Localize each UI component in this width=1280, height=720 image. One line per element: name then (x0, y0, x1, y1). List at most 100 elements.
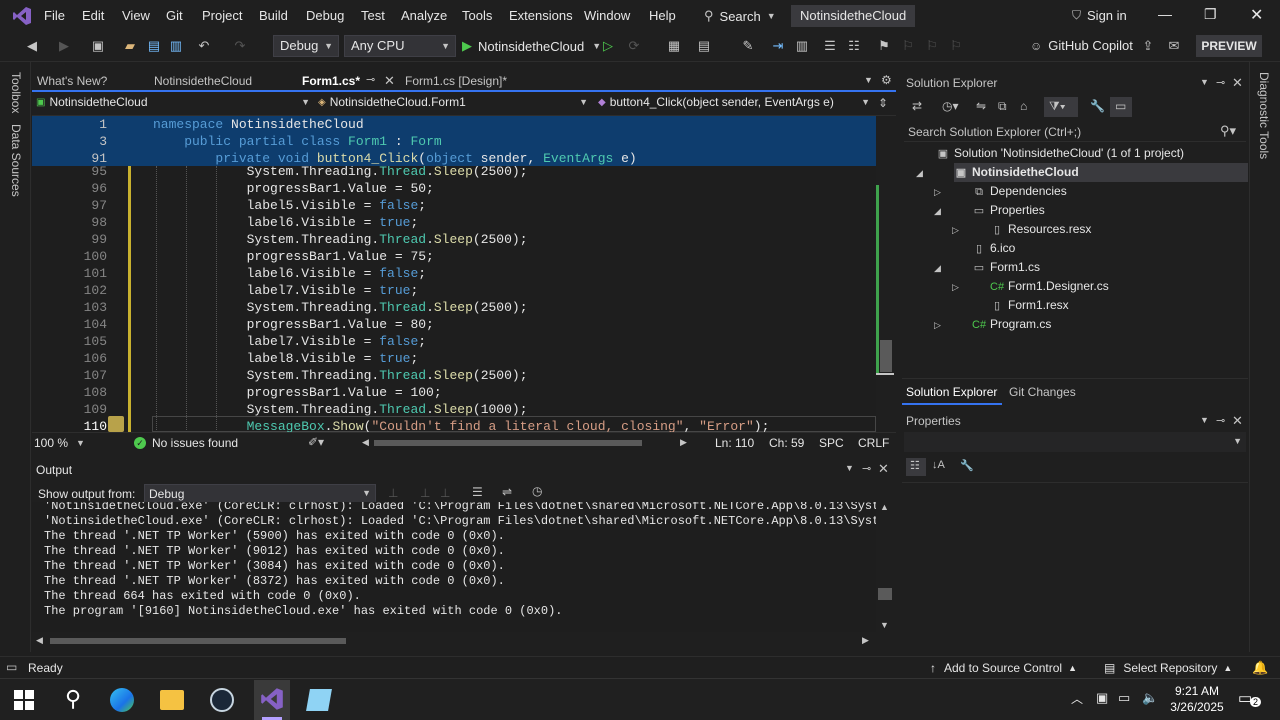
solution-tree-item[interactable]: ▣ Solution 'NotinsidetheCloud' (1 of 1 pr… (936, 144, 1184, 163)
object-select[interactable]: ▼ (904, 432, 1246, 452)
class-dropdown[interactable]: ◈ NotinsidetheCloud.Form1 ▼ (318, 95, 592, 109)
pin-icon[interactable]: ⊸ (366, 73, 375, 86)
vs-logo-icon[interactable] (12, 6, 32, 26)
diagnostic-tools-tab[interactable]: Diagnostic Tools (1257, 72, 1271, 159)
output-hscroll-thumb[interactable] (50, 638, 346, 644)
split-editor-icon[interactable]: ⇕ (878, 96, 888, 110)
edge-browser-icon[interactable] (110, 688, 134, 712)
file-explorer-icon[interactable] (160, 690, 184, 710)
solution-tree-item[interactable]: ▭ Form1.cs (972, 258, 1040, 277)
network-icon[interactable]: ▭ (1118, 690, 1130, 706)
output-source-select[interactable]: Debug ▼ (144, 484, 376, 504)
whitespace-indicator[interactable]: SPC (819, 436, 844, 450)
scroll-left-icon[interactable]: ◀ (362, 437, 369, 448)
word-wrap-icon[interactable]: ⇌ (502, 485, 512, 499)
sticky-code-line[interactable]: private void button4_Click(object sender… (153, 150, 636, 167)
lightbulb-icon[interactable] (108, 416, 124, 432)
outdent-icon[interactable]: ☷ (846, 38, 862, 54)
code-line[interactable]: progressBar1.Value = 75; (153, 248, 434, 265)
solution-tree-item[interactable]: ▯ Resources.resx (990, 220, 1091, 239)
line-indicator[interactable]: Ln: 110 (715, 436, 754, 450)
clock[interactable]: 9:21 AM 3/26/2025 (1168, 684, 1226, 714)
start-without-debug-icon[interactable]: ▷ (600, 38, 616, 54)
tab-overflow-icon[interactable]: ▼ (864, 75, 873, 85)
close-panel-icon[interactable]: ✕ (1232, 413, 1243, 429)
zoom-select[interactable]: 100 % ▼ (34, 436, 85, 450)
prev-message-icon[interactable]: ⊥ (420, 486, 430, 500)
output-text-area[interactable]: 'NotinsidetheCloud.exe' (CoreCLR: clrhos… (32, 502, 876, 632)
app-window-icon[interactable] (306, 689, 332, 711)
select-repository-button[interactable]: ▤ Select Repository ▲ (1104, 661, 1232, 675)
preview-toggle[interactable]: ▭ (1110, 97, 1132, 117)
menu-help[interactable]: Help (649, 8, 676, 23)
solution-tree-item[interactable]: ▭ Properties (972, 201, 1045, 220)
add-to-source-control-button[interactable]: ↑ Add to Source Control ▲ (930, 661, 1077, 675)
column-indicator[interactable]: Ch: 59 (769, 436, 804, 450)
editor-vertical-scrollbar[interactable] (876, 116, 896, 432)
sign-in-button[interactable]: ⛉ Sign in (1072, 8, 1127, 23)
code-line[interactable]: MessageBox.Show("Couldn't find a literal… (153, 418, 770, 432)
pin-icon[interactable]: ⊸ (862, 462, 871, 475)
code-line[interactable]: System.Threading.Thread.Sleep(2500); (153, 299, 528, 316)
menu-extensions[interactable]: Extensions (509, 8, 573, 23)
solution-tree-item[interactable]: ▯ Form1.resx (990, 296, 1069, 315)
member-dropdown[interactable]: ◆ button4_Click(object sender, EventArgs… (598, 95, 874, 109)
start-debug-button[interactable]: ▶ NotinsidetheCloud ▼ (462, 38, 601, 54)
configuration-select[interactable]: Debug ▼ (273, 35, 339, 57)
issues-indicator[interactable]: ✓ No issues found (134, 436, 238, 450)
solution-tree-item[interactable]: C# Program.cs (972, 315, 1051, 334)
expand-arrow-icon[interactable]: ▷ (934, 320, 941, 331)
chevron-up-icon[interactable]: ︿ (1071, 690, 1083, 707)
menu-build[interactable]: Build (259, 8, 288, 23)
platform-select[interactable]: Any CPU ▼ (344, 35, 456, 57)
close-panel-icon[interactable]: ✕ (878, 461, 889, 477)
tab-form1-cs[interactable]: Form1.cs* ⊸ ✕ (296, 72, 400, 90)
feedback-icon[interactable]: ✉ (1166, 38, 1182, 54)
search-icon[interactable]: ⚲ (58, 684, 88, 714)
indent-icon[interactable]: ☰ (822, 38, 838, 54)
code-line[interactable]: System.Threading.Thread.Sleep(2500); (153, 367, 528, 384)
sync-icon[interactable]: ⇄ (912, 99, 922, 113)
code-line[interactable]: System.Threading.Thread.Sleep(2500); (153, 166, 528, 180)
panel-menu-icon[interactable]: ▼ (1200, 77, 1209, 87)
step-icon[interactable]: ⇥ (770, 38, 786, 54)
minimize-button[interactable]: — (1158, 6, 1172, 22)
output-scroll-thumb[interactable] (878, 588, 892, 600)
browse-icon[interactable]: ▦ (666, 38, 682, 54)
code-line[interactable]: progressBar1.Value = 100; (153, 384, 442, 401)
show-all-icon[interactable]: ⧉ (998, 99, 1007, 114)
visual-studio-taskbar-active[interactable] (254, 680, 290, 720)
menu-window[interactable]: Window (584, 8, 630, 23)
pin-icon[interactable]: ⊸ (1216, 414, 1225, 427)
tab-git-changes[interactable]: Git Changes (1009, 385, 1076, 399)
code-editor[interactable]: 95 System.Threading.Thread.Sleep(2500); 9… (32, 166, 876, 432)
code-line[interactable]: progressBar1.Value = 80; (153, 316, 434, 333)
solution-tree-item[interactable]: ▯ 6.ico (972, 239, 1015, 258)
menu-git[interactable]: Git (166, 8, 183, 23)
bell-icon[interactable]: 🔔 (1252, 660, 1268, 676)
code-line[interactable]: label7.Visible = false; (153, 333, 426, 350)
code-line[interactable]: label5.Visible = false; (153, 197, 426, 214)
properties-wrench-icon[interactable]: 🔧 (1090, 99, 1105, 113)
collapse-arrow-icon[interactable]: ◢ (934, 206, 941, 217)
tab-project[interactable]: NotinsidetheCloud (154, 72, 252, 90)
refresh-icon[interactable]: ⇋ (976, 99, 986, 113)
menu-analyze[interactable]: Analyze (401, 8, 447, 23)
github-copilot-button[interactable]: ☺ GitHub Copilot (1030, 38, 1133, 53)
forward-icon[interactable]: ▶ (56, 38, 72, 54)
clear-bookmark-icon[interactable]: ⚐ (948, 38, 964, 54)
find-message-icon[interactable]: ⊥ (388, 486, 398, 500)
code-line[interactable]: System.Threading.Thread.Sleep(1000); (153, 401, 528, 418)
collapse-arrow-icon[interactable]: ◢ (934, 263, 941, 274)
solution-tree-item[interactable]: ⧉ Dependencies (972, 182, 1067, 201)
alphabetical-icon[interactable]: ↓A (932, 459, 945, 471)
save-icon[interactable]: ▤ (146, 38, 162, 54)
solution-tree-item[interactable]: C# Form1.Designer.cs (990, 277, 1109, 296)
scroll-down-icon[interactable]: ▼ (880, 620, 889, 630)
solution-tree-item[interactable]: ▣ NotinsidetheCloud (954, 163, 1248, 182)
share-icon[interactable]: ⇪ (1140, 38, 1156, 54)
notification-center-button[interactable]: ▭ 2 (1238, 689, 1262, 709)
panel-menu-icon[interactable]: ▼ (1200, 415, 1209, 425)
property-pages-icon[interactable]: 🔧 (960, 459, 974, 472)
code-line[interactable]: label6.Visible = true; (153, 214, 419, 231)
